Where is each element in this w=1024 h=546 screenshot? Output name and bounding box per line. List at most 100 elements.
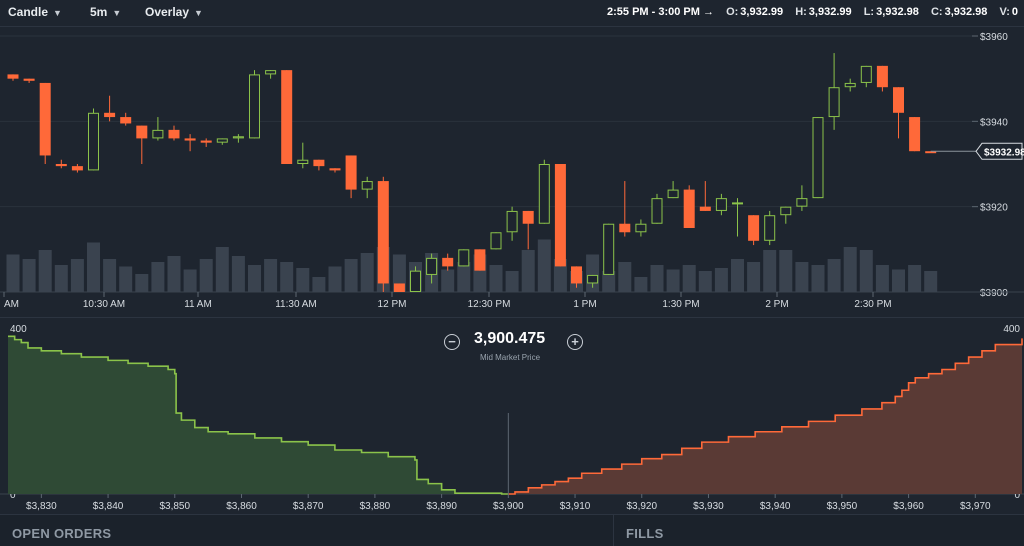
- candle-body: [490, 232, 502, 250]
- candlestick-chart-svg[interactable]: $3960 $3940 $3920 $3900 AM 10:30 AM 11 AM 11:30…: [0, 27, 1024, 317]
- candle-body: [7, 74, 19, 79]
- volume-bar: [54, 265, 68, 292]
- depth-x-label: $3,950: [827, 501, 858, 512]
- volume-bar: [650, 265, 664, 292]
- volume-bar: [763, 250, 777, 292]
- candle-body: [120, 117, 132, 124]
- candle-body: [216, 138, 228, 143]
- candle-body: [232, 136, 244, 139]
- candle-body: [426, 257, 438, 275]
- high-label: H:: [795, 6, 807, 18]
- panel-divider: [613, 515, 614, 546]
- depth-x-label: $3,930: [693, 501, 724, 512]
- volume-bar: [521, 250, 535, 292]
- depth-x-label: $3,920: [626, 501, 657, 512]
- chevron-down-icon: ▼: [194, 8, 203, 18]
- chart-type-label: Candle: [8, 5, 49, 19]
- depth-x-label: $3,840: [93, 501, 124, 512]
- candle-body: [281, 70, 293, 164]
- candle-body: [651, 198, 663, 224]
- volume-bar: [151, 262, 165, 292]
- candle-body: [522, 210, 534, 224]
- volume-bar: [344, 259, 358, 292]
- low-value: 3,932.98: [876, 6, 919, 18]
- volume-bar: [908, 265, 922, 292]
- interval-label: 5m: [90, 5, 108, 19]
- candle-body: [39, 82, 51, 156]
- volume-bar: [328, 266, 342, 292]
- volume-bar: [843, 247, 857, 292]
- depth-x-label: $3,940: [760, 501, 791, 512]
- mid-market-label: Mid Market Price: [480, 353, 541, 362]
- depth-x-label: $3,890: [426, 501, 457, 512]
- x-tick-label: 1:30 PM: [662, 299, 699, 310]
- volume-bar: [215, 247, 229, 292]
- volume-bar: [634, 277, 648, 292]
- volume-bar: [22, 259, 36, 292]
- y-tick-label: $3960: [980, 32, 1008, 43]
- candle-body: [184, 138, 196, 141]
- chart-type-dropdown[interactable]: Candle ▼: [8, 5, 62, 19]
- candle-body: [603, 223, 615, 275]
- x-tick-label: 12:30 PM: [468, 299, 511, 310]
- candle-body: [780, 206, 792, 216]
- bottom-panels: OPEN ORDERS FILLS: [0, 514, 1024, 546]
- x-tick-label: 10:30 AM: [83, 299, 125, 310]
- depth-x-label: $3,850: [159, 501, 190, 512]
- chart-toolbar: Candle ▼ 5m ▼ Overlay ▼ 2:55 PM - 3:00 PM →…: [0, 0, 1024, 27]
- x-tick-label: 12 PM: [378, 299, 407, 310]
- chevron-down-icon: ▼: [53, 8, 62, 18]
- volume-bar: [924, 271, 938, 292]
- candle-body: [55, 164, 67, 167]
- candle-body: [909, 117, 921, 152]
- volume-bar: [505, 271, 519, 292]
- candle-body: [200, 140, 212, 143]
- low-label: L:: [863, 6, 875, 18]
- zoom-in-button[interactable]: +: [567, 334, 583, 350]
- fills-title[interactable]: FILLS: [626, 526, 664, 541]
- candle-body: [410, 270, 421, 293]
- candle-body: [393, 283, 405, 292]
- candle-body: [297, 159, 309, 165]
- volume-bar: [248, 265, 261, 292]
- candle-body: [571, 266, 582, 284]
- candle-body: [619, 223, 631, 233]
- volume-bar: [747, 262, 761, 292]
- volume-bar: [666, 269, 680, 292]
- last-price-label: $3932.98: [984, 147, 1024, 158]
- candle-body: [732, 202, 743, 205]
- volume-bar: [183, 269, 197, 292]
- candle-body: [635, 223, 647, 233]
- volume-bar: [811, 265, 825, 292]
- candle-body: [554, 164, 566, 267]
- open-value: 3,932.99: [740, 6, 784, 18]
- candle-body: [377, 181, 389, 284]
- volume-bar: [618, 262, 632, 292]
- zoom-out-button[interactable]: −: [444, 334, 460, 350]
- volume-bar: [892, 269, 905, 292]
- depth-x-label: $3,870: [293, 501, 324, 512]
- candle-body: [667, 189, 679, 199]
- open-orders-title[interactable]: OPEN ORDERS: [12, 526, 111, 541]
- interval-dropdown[interactable]: 5m ▼: [90, 5, 121, 19]
- volume-bar: [360, 253, 374, 292]
- candle-body: [23, 78, 35, 81]
- candle-body: [71, 166, 83, 171]
- candle-body: [88, 112, 99, 171]
- price-chart[interactable]: $3960 $3940 $3920 $3900 AM 10:30 AM 11 AM 11:30…: [0, 27, 1024, 317]
- candle-body: [249, 74, 260, 139]
- candle-body: [748, 215, 760, 241]
- candle-body: [699, 206, 711, 211]
- volume-bar: [779, 250, 793, 292]
- candle-body: [812, 117, 824, 199]
- volume-bar: [682, 265, 696, 292]
- candle-body: [104, 112, 116, 118]
- volume-bar: [6, 254, 20, 292]
- volume-label: V:: [999, 6, 1010, 18]
- overlay-dropdown[interactable]: Overlay ▼: [145, 5, 203, 19]
- x-tick-label: 2 PM: [765, 299, 788, 310]
- depth-x-label: $3,880: [360, 501, 391, 512]
- volume-bar: [698, 271, 712, 292]
- candle-body: [844, 82, 856, 88]
- volume-bar: [827, 259, 841, 292]
